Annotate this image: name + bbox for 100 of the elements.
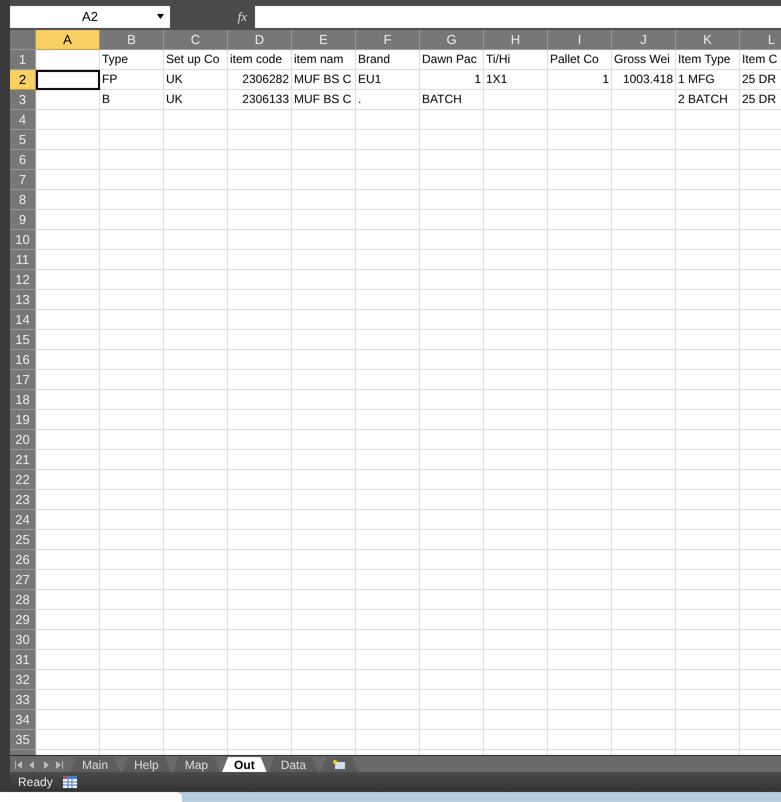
table-cell[interactable]: [612, 630, 676, 650]
table-cell[interactable]: Item Type: [676, 50, 740, 70]
table-cell[interactable]: [612, 270, 676, 290]
table-cell[interactable]: [420, 230, 484, 250]
table-cell[interactable]: [100, 550, 164, 570]
column-header[interactable]: F: [356, 30, 420, 50]
table-cell[interactable]: [356, 310, 420, 330]
table-cell[interactable]: [548, 730, 612, 750]
table-cell[interactable]: [484, 190, 548, 210]
table-cell[interactable]: [228, 730, 292, 750]
table-cell[interactable]: [164, 290, 228, 310]
table-cell[interactable]: [548, 230, 612, 250]
table-cell[interactable]: [228, 430, 292, 450]
table-cell[interactable]: [100, 450, 164, 470]
table-cell[interactable]: [164, 310, 228, 330]
table-cell[interactable]: [612, 350, 676, 370]
table-cell[interactable]: B: [100, 90, 164, 110]
table-cell[interactable]: [612, 390, 676, 410]
table-cell[interactable]: [548, 170, 612, 190]
table-cell[interactable]: [612, 450, 676, 470]
table-cell[interactable]: [612, 670, 676, 690]
table-cell[interactable]: [36, 150, 100, 170]
table-cell[interactable]: [100, 410, 164, 430]
table-cell[interactable]: [484, 290, 548, 310]
table-cell[interactable]: [164, 330, 228, 350]
insert-sheet-tab[interactable]: [320, 757, 358, 772]
table-cell[interactable]: [228, 130, 292, 150]
table-cell[interactable]: [676, 350, 740, 370]
table-cell[interactable]: [36, 590, 100, 610]
table-cell[interactable]: [548, 710, 612, 730]
table-cell[interactable]: [356, 650, 420, 670]
table-cell[interactable]: [420, 150, 484, 170]
table-cell[interactable]: [228, 290, 292, 310]
table-cell[interactable]: [420, 630, 484, 650]
table-cell[interactable]: [292, 470, 356, 490]
table-cell[interactable]: [420, 550, 484, 570]
table-cell[interactable]: [292, 350, 356, 370]
row-header[interactable]: 14: [10, 310, 36, 330]
table-cell[interactable]: [100, 630, 164, 650]
table-cell[interactable]: [420, 370, 484, 390]
table-cell[interactable]: [292, 550, 356, 570]
table-cell[interactable]: [484, 530, 548, 550]
table-cell[interactable]: [36, 670, 100, 690]
table-cell[interactable]: [548, 210, 612, 230]
row-header[interactable]: 18: [10, 390, 36, 410]
table-cell[interactable]: [292, 730, 356, 750]
table-cell[interactable]: 1X1: [484, 70, 548, 90]
table-cell[interactable]: [676, 670, 740, 690]
row-header[interactable]: 8: [10, 190, 36, 210]
table-cell[interactable]: [612, 250, 676, 270]
table-cell[interactable]: [548, 410, 612, 430]
row-header[interactable]: 1: [10, 50, 36, 70]
table-cell[interactable]: [164, 170, 228, 190]
table-cell[interactable]: [356, 270, 420, 290]
table-cell[interactable]: [484, 90, 548, 110]
table-cell[interactable]: [100, 710, 164, 730]
table-cell[interactable]: [548, 510, 612, 530]
table-cell[interactable]: [420, 270, 484, 290]
row-header[interactable]: 25: [10, 530, 36, 550]
table-cell[interactable]: 1003.418: [612, 70, 676, 90]
table-cell[interactable]: [36, 270, 100, 290]
table-cell[interactable]: [36, 630, 100, 650]
column-header[interactable]: D: [228, 30, 292, 50]
table-cell[interactable]: [420, 730, 484, 750]
table-cell[interactable]: [228, 610, 292, 630]
table-cell[interactable]: [484, 550, 548, 570]
table-cell[interactable]: [676, 550, 740, 570]
table-cell[interactable]: [484, 390, 548, 410]
table-cell[interactable]: [484, 410, 548, 430]
table-cell[interactable]: [292, 590, 356, 610]
table-cell[interactable]: [676, 170, 740, 190]
table-cell[interactable]: [676, 250, 740, 270]
table-cell[interactable]: Type: [100, 50, 164, 70]
row-header[interactable]: 21: [10, 450, 36, 470]
table-cell[interactable]: [356, 630, 420, 650]
table-cell[interactable]: [612, 550, 676, 570]
table-cell[interactable]: [484, 510, 548, 530]
table-cell[interactable]: [676, 150, 740, 170]
table-cell[interactable]: [164, 110, 228, 130]
name-box[interactable]: A2: [10, 6, 170, 28]
table-cell[interactable]: [164, 430, 228, 450]
table-cell[interactable]: [100, 510, 164, 530]
table-cell[interactable]: [548, 190, 612, 210]
row-header[interactable]: 12: [10, 270, 36, 290]
table-cell[interactable]: [292, 170, 356, 190]
table-cell[interactable]: [36, 130, 100, 150]
table-cell[interactable]: [100, 290, 164, 310]
table-cell[interactable]: [292, 190, 356, 210]
table-cell[interactable]: Gross Wei: [612, 50, 676, 70]
row-header[interactable]: 27: [10, 570, 36, 590]
table-cell[interactable]: [548, 130, 612, 150]
table-cell[interactable]: [420, 410, 484, 430]
table-cell[interactable]: [676, 450, 740, 470]
table-cell[interactable]: [228, 550, 292, 570]
table-cell[interactable]: [548, 550, 612, 570]
table-cell[interactable]: [164, 550, 228, 570]
table-cell[interactable]: [420, 330, 484, 350]
table-cell[interactable]: [36, 230, 100, 250]
table-cell[interactable]: [36, 650, 100, 670]
table-cell[interactable]: [548, 110, 612, 130]
